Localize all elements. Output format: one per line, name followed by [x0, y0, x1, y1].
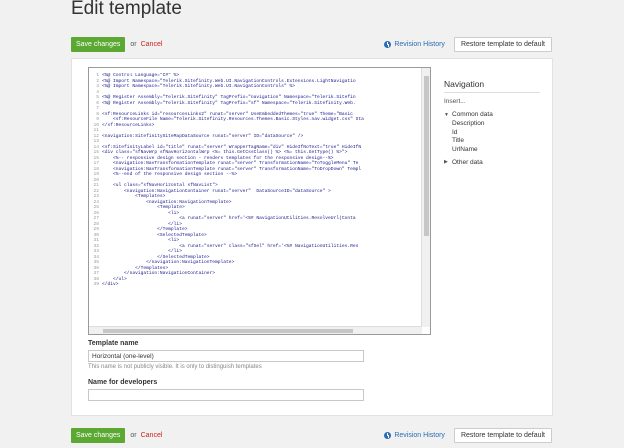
insert-sidebar: Navigation Insert... ▼ Common data Descr… [444, 79, 540, 166]
caret-right-icon: ▶ [444, 159, 448, 165]
template-panel: 1 <%@ Control Language="C#" %> 2 <%@ Import… [71, 58, 553, 416]
sidebar-title: Navigation [444, 79, 540, 93]
vertical-scroll-thumb[interactable] [424, 76, 429, 236]
revision-history-link[interactable]: Revision History [384, 40, 445, 48]
developer-name-input[interactable] [88, 389, 364, 401]
vertical-scrollbar[interactable] [421, 68, 430, 327]
caret-down-icon: ▼ [444, 111, 449, 118]
bottom-action-bar: Save changes or Cancel Revision History … [71, 426, 552, 444]
revision-history-link-bottom[interactable]: Revision History [384, 431, 445, 439]
cancel-link-bottom[interactable]: Cancel [141, 432, 163, 439]
field-item-title[interactable]: Title [444, 137, 540, 144]
code-line: 39 </div> [89, 282, 422, 288]
line-number: 39 [93, 282, 99, 287]
field-item-description[interactable]: Description [444, 120, 540, 127]
code-text: </div> [102, 282, 119, 287]
bottom-right-actions: Revision History Restore template to def… [384, 427, 552, 443]
top-right-actions: Revision History Restore template to def… [384, 36, 552, 52]
save-changes-button-bottom[interactable]: Save changes [71, 427, 126, 443]
horizontal-scrollbar[interactable] [89, 326, 422, 334]
horizontal-scroll-thumb[interactable] [103, 329, 353, 333]
template-name-input[interactable] [88, 350, 364, 362]
top-action-bar: Save changes or Cancel Revision History … [71, 35, 552, 53]
field-item-urlname[interactable]: UrlName [444, 146, 540, 153]
or-text: or [130, 40, 137, 48]
restore-default-button[interactable]: Restore template to default [453, 36, 552, 52]
common-data-label: Common data [452, 111, 493, 118]
code-area[interactable]: 1 <%@ Control Language="C#" %> 2 <%@ Import… [89, 73, 422, 323]
insert-label: Insert... [444, 98, 466, 105]
code-editor[interactable]: 1 <%@ Control Language="C#" %> 2 <%@ Import… [88, 67, 431, 335]
save-changes-button[interactable]: Save changes [71, 36, 126, 52]
code-text: </sf:ResourceLinks> [102, 122, 155, 128]
other-data-group[interactable]: ▶ Other data [444, 159, 540, 166]
template-name-label: Template name [88, 340, 139, 347]
field-item-id[interactable]: Id [444, 129, 540, 136]
cancel-link[interactable]: Cancel [141, 41, 163, 48]
code-text: <navigation:SitefinitySiteMapDataSource … [102, 133, 304, 139]
revision-history-label-bottom: Revision History [394, 431, 445, 439]
code-text: <%--end of the responsive design section… [102, 172, 238, 177]
clock-icon [384, 431, 392, 439]
template-name-hint: This name is not publicly visible. It is… [88, 364, 262, 370]
developer-name-label: Name for developers [88, 379, 158, 386]
clock-icon [384, 40, 392, 48]
restore-default-button-bottom[interactable]: Restore template to default [453, 427, 552, 443]
common-data-group[interactable]: ▼ Common data [444, 111, 540, 118]
code-text: <%@ Register Assembly="Telerik.Sitefinit… [102, 100, 356, 106]
common-fields-list: Description Id Title UrlName [444, 120, 540, 153]
revision-history-label: Revision History [394, 40, 445, 48]
code-text: <%@ Import Namespace="Telerik.Sitefinity… [102, 84, 295, 89]
or-text-bottom: or [130, 431, 137, 439]
page-title: Edit template [71, 0, 182, 19]
other-data-label: Other data [452, 158, 483, 166]
